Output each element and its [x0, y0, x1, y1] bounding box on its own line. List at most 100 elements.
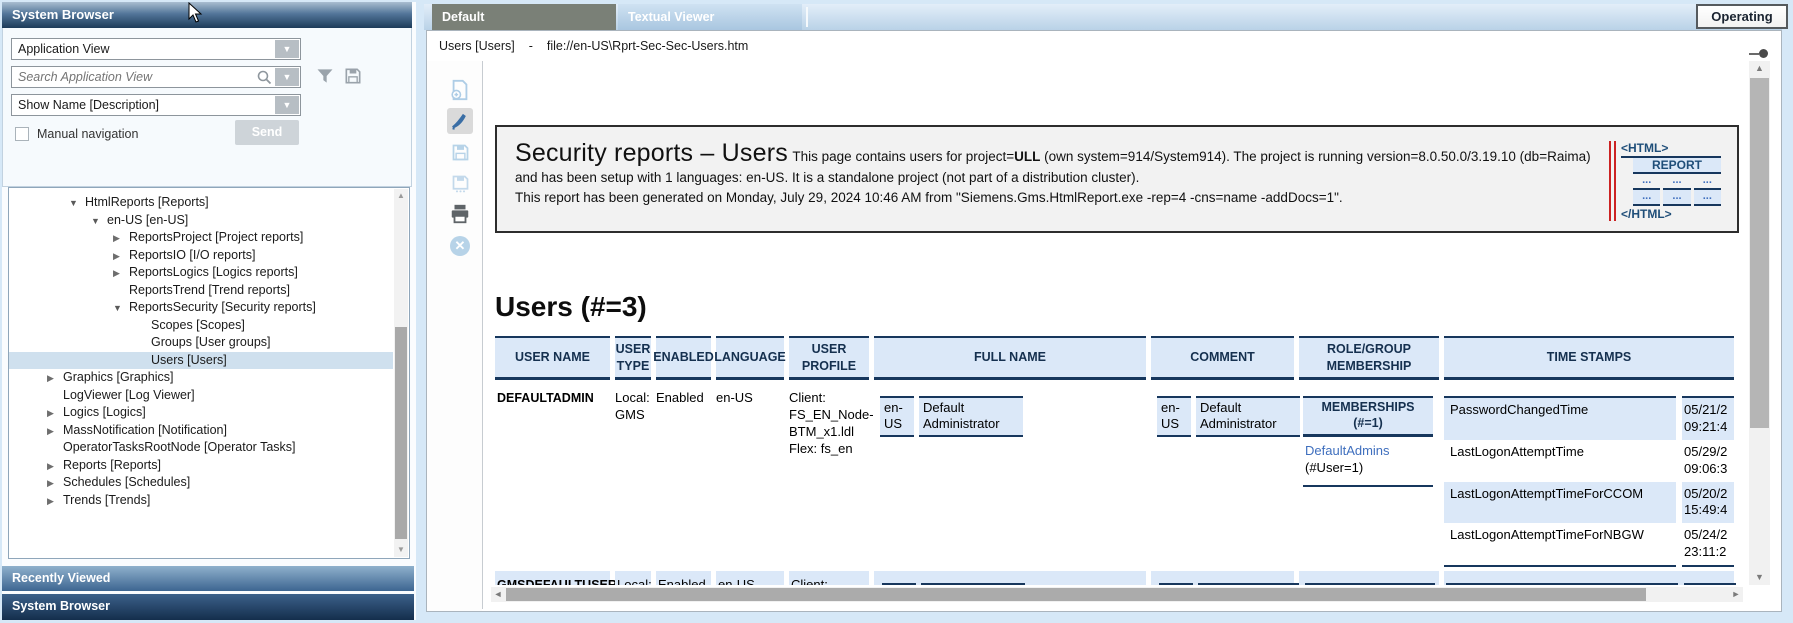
expander-icon[interactable] — [113, 230, 129, 248]
selected-object-label: Users [Users] — [439, 39, 515, 53]
tab-textual-viewer[interactable]: Textual Viewer — [618, 4, 802, 30]
tree-item-reportstrend[interactable]: ReportsTrend [Trend reports] — [9, 282, 393, 300]
table-row-gmsdefaultuser: GMSDEFAULTUSER Local: Enabled en-US Clie… — [495, 571, 1747, 585]
navigation-tree: HtmlReports [Reports] en-US [en-US] Repo… — [8, 187, 410, 559]
logo-html-close-tag: </HTML> — [1621, 207, 1721, 221]
tree-item-trends[interactable]: Trends [Trends] — [9, 492, 393, 510]
col-time-stamps: TIME STAMPS — [1444, 336, 1734, 380]
scroll-up-icon[interactable]: ▲ — [1749, 61, 1770, 76]
expander-icon[interactable] — [69, 195, 85, 213]
address-separator: - — [529, 39, 533, 53]
html-report-logo: <HTML> REPORT ... ... ... ... ... ... </… — [1609, 141, 1721, 221]
send-button[interactable]: Send — [235, 120, 299, 145]
vertical-scrollbar-thumb[interactable] — [1750, 78, 1769, 428]
system-browser-bar[interactable]: System Browser — [2, 594, 414, 620]
tree-item-groups[interactable]: Groups [User groups] — [9, 334, 393, 352]
manual-navigation-checkbox[interactable] — [15, 127, 29, 141]
scroll-down-icon[interactable]: ▼ — [1749, 570, 1770, 585]
tree-item-reportsio[interactable]: ReportsIO [I/O reports] — [9, 247, 393, 265]
new-report-icon[interactable] — [447, 77, 473, 103]
view-selector-value: Application View — [18, 42, 110, 56]
tree-item-logics[interactable]: Logics [Logics] — [9, 404, 393, 422]
tree-item-reportsproject[interactable]: ReportsProject [Project reports] — [9, 229, 393, 247]
view-selector-combo[interactable]: Application View ▼ — [11, 38, 301, 60]
cell-time-stamps: PasswordChangedTime 05/21/209:21:4 LastL… — [1444, 384, 1734, 567]
logo-red-bars-icon — [1609, 141, 1616, 221]
logo-html-open-tag: <HTML> — [1621, 141, 1721, 158]
search-input[interactable] — [18, 68, 243, 86]
tree-item-reportslogics[interactable]: ReportsLogics [Logics reports] — [9, 264, 393, 282]
scroll-up-icon[interactable]: ▲ — [394, 189, 408, 203]
timestamp-name: LastLogonAttemptTime — [1444, 440, 1676, 482]
application-window: { "window": { "background": "#d6e8f7" },… — [0, 0, 1793, 623]
scroll-down-icon[interactable]: ▼ — [394, 543, 408, 557]
pin-icon[interactable] — [1749, 49, 1775, 59]
manual-navigation-label: Manual navigation — [37, 127, 138, 141]
save-icon[interactable] — [447, 139, 473, 165]
close-icon[interactable]: ✕ — [447, 233, 473, 259]
tree-scrollbar-thumb[interactable] — [395, 327, 407, 539]
tree-scrollbar[interactable]: ▲ ▼ — [394, 189, 408, 557]
system-browser-header[interactable]: System Browser — [2, 2, 412, 28]
tab-default[interactable]: Default — [432, 4, 616, 30]
expander-icon[interactable] — [47, 405, 63, 423]
operating-mode-button[interactable]: Operating — [1696, 4, 1788, 29]
horizontal-scrollbar[interactable]: ◄ ► — [491, 587, 1743, 602]
comment-value: Default Administrator — [1196, 396, 1300, 437]
cell-full-name: en-US Default Administrator — [874, 384, 1146, 567]
tree-item-graphics[interactable]: Graphics [Graphics] — [9, 369, 393, 387]
logo-report-label: REPORT — [1633, 158, 1721, 174]
print-icon[interactable] — [447, 201, 473, 227]
timestamp-value: 05/20/215:49:4 — [1682, 482, 1734, 524]
cell-memberships: MEMBERSHIPS — [1299, 571, 1439, 585]
tree-item-reportssecurity[interactable]: ReportsSecurity [Security reports] — [9, 299, 393, 317]
cell-full-name: en Default User — [874, 571, 1146, 585]
search-box: ▼ — [11, 66, 301, 88]
comment-lang: en-US — [1157, 396, 1191, 437]
filter-funnel-icon[interactable] — [315, 66, 337, 88]
chevron-down-icon[interactable]: ▼ — [275, 40, 299, 58]
scroll-right-icon[interactable]: ► — [1729, 587, 1743, 602]
col-language: LANGUAGE — [716, 336, 784, 380]
save-as-icon[interactable] — [447, 170, 473, 196]
tree-item-operatortasks[interactable]: OperatorTasksRootNode [Operator Tasks] — [9, 439, 393, 457]
chevron-down-icon[interactable]: ▼ — [275, 96, 299, 114]
tree-item-massnotification[interactable]: MassNotification [Notification] — [9, 422, 393, 440]
tree-item-en-us[interactable]: en-US [en-US] — [9, 212, 393, 230]
tree-item-reports[interactable]: Reports [Reports] — [9, 457, 393, 475]
viewer-pane: Default Textual Viewer Operating Users [… — [424, 2, 1784, 618]
viewer-tab-bar: Default Textual Viewer — [424, 4, 1782, 30]
recently-viewed-bar[interactable]: Recently Viewed — [2, 566, 414, 591]
report-viewer-frame: Users [Users]-file://en-US\Rprt-Sec-Sec-… — [426, 30, 1782, 612]
expander-icon[interactable] — [47, 493, 63, 511]
display-mode-combo[interactable]: Show Name [Description] ▼ — [11, 94, 301, 116]
expander-icon[interactable] — [47, 423, 63, 441]
tree-item-logviewer[interactable]: LogViewer [Log Viewer] — [9, 387, 393, 405]
expander-icon[interactable] — [113, 300, 129, 318]
system-browser-panel: System Browser Application View ▼ ▼ Show… — [2, 2, 416, 620]
expander-icon[interactable] — [91, 213, 107, 231]
tree-item-users-selected[interactable]: Users [Users] — [9, 352, 393, 370]
scroll-left-icon[interactable]: ◄ — [491, 587, 505, 602]
tree-item-scopes[interactable]: Scopes [Scopes] — [9, 317, 393, 335]
cell-user-profile: Client: — [789, 571, 869, 585]
expander-icon[interactable] — [113, 248, 129, 266]
report-toolbar: ✕ — [427, 61, 482, 611]
search-options-chevron-icon[interactable]: ▼ — [275, 68, 299, 86]
defaultadmins-link[interactable]: DefaultAdmins — [1305, 443, 1431, 460]
save-filter-icon[interactable] — [343, 66, 365, 88]
edit-pen-icon[interactable] — [447, 108, 473, 134]
col-user-name: USER NAME — [495, 336, 610, 380]
horizontal-scrollbar-thumb[interactable] — [506, 588, 1646, 601]
timestamp-name: PasswordChangedTime — [1444, 396, 1676, 440]
logo-grid: ... ... ... ... ... ... — [1633, 174, 1721, 206]
expander-icon[interactable] — [47, 475, 63, 493]
tree-item-htmlreports[interactable]: HtmlReports [Reports] — [9, 194, 393, 212]
report-generated-line: This report has been generated on Monday… — [515, 188, 1595, 208]
expander-icon[interactable] — [47, 458, 63, 476]
vertical-scrollbar[interactable]: ▲ ▼ — [1749, 61, 1770, 585]
expander-icon[interactable] — [47, 370, 63, 388]
memberships-header: MEMBERSHIPS (#=1) — [1303, 396, 1433, 437]
expander-icon[interactable] — [113, 265, 129, 283]
tree-item-schedules[interactable]: Schedules [Schedules] — [9, 474, 393, 492]
